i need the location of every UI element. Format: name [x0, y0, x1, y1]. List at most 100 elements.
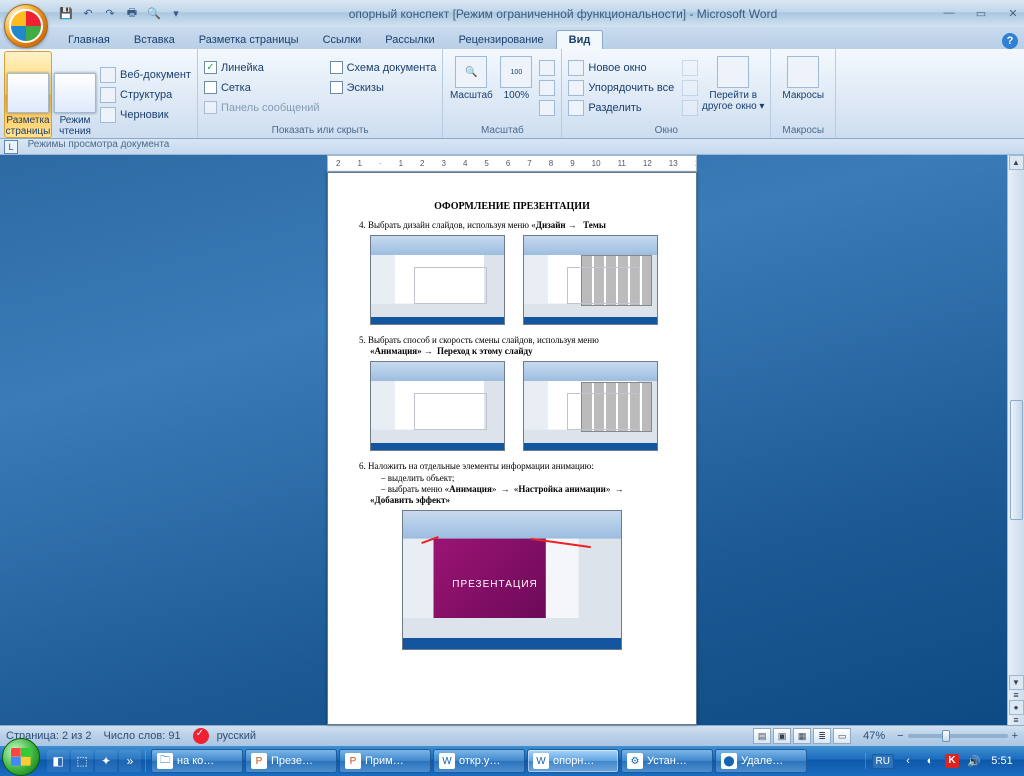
powerpoint-thumb — [370, 361, 505, 451]
ql-icon[interactable]: » — [119, 750, 141, 772]
sync-scroll-icon — [682, 80, 698, 96]
group-macros-label: Макросы — [775, 124, 831, 137]
task-item[interactable]: Wоткр.у… — [433, 749, 525, 773]
view-draft-shortcut[interactable]: ▭ — [833, 728, 851, 744]
ql-icon[interactable]: ✦ — [95, 750, 117, 772]
office-logo-icon — [9, 9, 43, 43]
zoom-knob[interactable] — [942, 730, 950, 742]
status-word-count[interactable]: Число слов: 91 — [104, 730, 181, 742]
next-page-icon[interactable]: ≡ — [1013, 715, 1018, 725]
view-print-layout-shortcut[interactable]: ▤ — [753, 728, 771, 744]
language-indicator[interactable]: RU — [872, 754, 894, 769]
kaspersky-icon[interactable]: K — [944, 753, 960, 769]
view-web[interactable]: Веб-документ — [100, 65, 191, 85]
zoom-two-pages[interactable] — [539, 78, 555, 98]
tab-review[interactable]: Рецензирование — [447, 31, 556, 49]
zoom-button[interactable]: 🔍 Масштаб — [447, 51, 495, 124]
prev-page-icon[interactable]: ≡ — [1013, 690, 1018, 700]
tab-layout[interactable]: Разметка страницы — [187, 31, 311, 49]
chk-docmap[interactable]: Схема документа — [330, 58, 437, 78]
group-show-hide-label: Показать или скрыть — [202, 124, 438, 137]
screenshot-row-2 — [370, 361, 676, 451]
view-outline[interactable]: Структура — [100, 85, 191, 105]
ql-icon[interactable]: ◧ — [47, 750, 69, 772]
save-icon[interactable]: 💾 — [58, 6, 74, 22]
normal-view-icon[interactable]: L — [4, 140, 18, 154]
tray-expand-icon[interactable]: ‹ — [900, 753, 916, 769]
document-page[interactable]: ОФОРМЛЕНИЕ ПРЕЗЕНТАЦИИ 4. Выбрать дизайн… — [327, 172, 697, 725]
start-button[interactable] — [2, 738, 40, 776]
view-draft[interactable]: Черновик — [100, 105, 191, 125]
page100-icon: 100 — [500, 56, 532, 88]
help-icon[interactable]: ? — [1002, 33, 1018, 49]
redo-icon[interactable]: ↷ — [102, 6, 118, 22]
tab-references[interactable]: Ссылки — [311, 31, 374, 49]
browse-object-icon[interactable]: ● — [1009, 700, 1024, 715]
print-icon[interactable]: 🖶 — [124, 6, 140, 22]
zoom-percent[interactable]: 47% — [863, 730, 885, 742]
zoom-100[interactable]: 100 100% — [495, 51, 537, 124]
tab-insert[interactable]: Вставка — [122, 31, 187, 49]
draft-icon — [100, 107, 116, 123]
zoom-slider[interactable]: − + — [897, 730, 1018, 742]
window-arrange[interactable]: Упорядочить все — [568, 78, 674, 98]
window-new[interactable]: Новое окно — [568, 58, 674, 78]
task-item[interactable]: PПрезе… — [245, 749, 337, 773]
view-reading-shortcut[interactable]: ▣ — [773, 728, 791, 744]
quick-launch: ◧ ⬚ ✦ » — [43, 750, 146, 772]
scroll-down-icon[interactable]: ▼ — [1009, 675, 1024, 690]
window-split[interactable]: Разделить — [568, 98, 674, 118]
task-item[interactable]: ⬤Удале… — [715, 749, 807, 773]
close-button[interactable]: ✕ — [1006, 7, 1020, 20]
tab-view[interactable]: Вид — [556, 30, 604, 49]
zoom-one-page[interactable] — [539, 58, 555, 78]
maximize-button[interactable]: ▭ — [974, 7, 988, 20]
view-reading[interactable]: Режим чтения — [52, 51, 98, 138]
switch-windows[interactable]: Перейти в другое окно ▾ — [700, 51, 766, 124]
group-window-label: Окно — [566, 124, 766, 137]
group-window: Новое окно Упорядочить все Разделить Пер… — [562, 49, 771, 138]
office-button[interactable] — [4, 4, 48, 48]
two-pages-icon — [539, 80, 555, 96]
qat-more-icon[interactable]: ▾ — [168, 6, 184, 22]
horizontal-ruler[interactable]: 21·123456789101112131415161718 — [327, 155, 697, 172]
spellcheck-icon[interactable] — [193, 728, 209, 744]
task-item[interactable]: 🗀на ко… — [151, 749, 243, 773]
preview-icon[interactable]: 🔍 — [146, 6, 162, 22]
task-item[interactable]: Wопорн… — [527, 749, 619, 773]
scroll-up-icon[interactable]: ▲ — [1009, 155, 1024, 170]
task-item[interactable]: PПрим… — [339, 749, 431, 773]
task-item[interactable]: ⚙Устан… — [621, 749, 713, 773]
side-by-side-icon — [682, 60, 698, 76]
doc-title: ОФОРМЛЕНИЕ ПРЕЗЕНТАЦИИ — [348, 201, 676, 214]
clock[interactable]: 5:51 — [988, 755, 1016, 767]
chk-ruler[interactable]: Линейка — [204, 58, 320, 78]
tab-mailings[interactable]: Рассылки — [373, 31, 446, 49]
vertical-scrollbar[interactable]: ▲ ▼ ≡ ● ≡ — [1007, 155, 1024, 725]
view-print-layout[interactable]: Разметка страницы — [4, 51, 52, 138]
zoom-out-icon[interactable]: − — [897, 730, 903, 742]
chk-thumbs[interactable]: Эскизы — [330, 78, 437, 98]
zoom-page-width[interactable] — [539, 98, 555, 118]
tray-network-icon[interactable]: ◐ — [922, 753, 938, 769]
zoom-in-icon[interactable]: + — [1012, 730, 1018, 742]
chk-grid[interactable]: Сетка — [204, 78, 320, 98]
doc-item-5: 5. Выбрать способ и скорость смены слайд… — [370, 335, 676, 358]
book-icon — [54, 73, 96, 113]
status-language[interactable]: русский — [217, 730, 256, 742]
folder-icon: 🗀 — [157, 753, 173, 769]
scroll-thumb[interactable] — [1010, 400, 1023, 520]
undo-icon[interactable]: ↶ — [80, 6, 96, 22]
macros-button[interactable]: Макросы — [775, 51, 831, 124]
ql-icon[interactable]: ⬚ — [71, 750, 93, 772]
powerpoint-thumb — [370, 235, 505, 325]
page-icon — [7, 73, 49, 113]
word-icon: W — [533, 753, 549, 769]
checkbox-icon — [330, 61, 343, 74]
tab-home[interactable]: Главная — [56, 31, 122, 49]
powerpoint-icon: P — [251, 753, 267, 769]
minimize-button[interactable]: — — [942, 7, 956, 20]
tray-volume-icon[interactable]: 🔊 — [966, 753, 982, 769]
view-web-shortcut[interactable]: ▦ — [793, 728, 811, 744]
view-outline-shortcut[interactable]: ≣ — [813, 728, 831, 744]
